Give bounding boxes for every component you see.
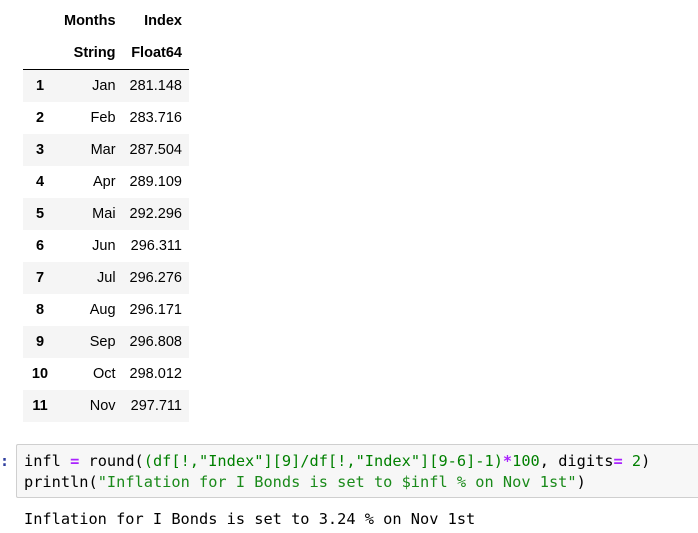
row-number: 6 [35, 237, 45, 254]
index-cell: 281.148 [129, 77, 182, 94]
month-cell: Jul [97, 269, 116, 286]
code-token: ) [576, 473, 586, 491]
table-body: 1 Jan 281.148 2 Feb 283.716 3 Mar 287.504 4 Apr 289… [23, 69, 189, 422]
index-cell: 287.504 [129, 141, 182, 158]
row-number: 3 [35, 141, 45, 158]
code-number: 100 [512, 452, 540, 470]
index-cell: 296.808 [129, 333, 182, 350]
row-number: 4 [35, 173, 45, 190]
type-months: String [57, 37, 123, 70]
table-row: 1 Jan 281.148 [23, 69, 189, 102]
code-token: ) [641, 452, 651, 470]
type-index: Float64 [122, 37, 189, 70]
header-rownum [23, 4, 57, 37]
index-cell: 283.716 [129, 109, 182, 126]
dataframe-table: Months Index String Float64 1 Jan 281.148 2… [23, 4, 189, 422]
table-row: 5 Mai 292.296 [23, 197, 189, 230]
code-token: (df[!,"Index"][9]/df[!,"Index"][9-6]-1) [143, 452, 503, 470]
row-number: 2 [35, 109, 45, 126]
index-cell: 292.296 [129, 205, 182, 222]
code-operator: = [613, 452, 623, 470]
month-cell: Apr [92, 173, 116, 190]
code-token: println( [24, 473, 98, 491]
code-token: infl [24, 452, 71, 470]
table-row: 4 Apr 289.109 [23, 166, 189, 198]
month-cell: Feb [90, 109, 116, 126]
code-token: round( [79, 452, 144, 470]
code-line-2: println("Inflation for I Bonds is set to… [24, 473, 586, 491]
row-number: 11 [32, 397, 48, 414]
month-cell: Oct [92, 365, 116, 382]
month-cell: Aug [89, 301, 116, 318]
code-string: "Inflation for I Bonds is set to $infl %… [97, 473, 577, 491]
month-cell: Jun [92, 237, 116, 254]
table-row: 6 Jun 296.311 [23, 230, 189, 262]
code-operator: = [70, 452, 80, 470]
row-number: 8 [35, 301, 45, 318]
index-cell: 296.311 [130, 237, 182, 254]
index-cell: 296.171 [129, 301, 182, 318]
cell-output: Inflation for I Bonds is set to 3.24 % o… [24, 510, 476, 528]
cell-prompt: : [0, 452, 10, 470]
table-row: 9 Sep 296.808 [23, 325, 189, 358]
index-cell: 297.711 [130, 397, 182, 414]
row-number: 9 [35, 333, 45, 350]
header-index: Index [144, 12, 182, 29]
row-number: 10 [31, 365, 49, 382]
month-cell: Mai [92, 205, 116, 222]
table-row: 7 Jul 296.276 [23, 261, 189, 294]
code-cell-input[interactable]: infl = round((df[!,"Index"][9]/df[!,"Ind… [16, 444, 698, 498]
table-row: 2 Feb 283.716 [23, 102, 189, 134]
type-rownum [23, 37, 57, 70]
index-cell: 289.109 [129, 173, 182, 190]
row-number: 7 [35, 269, 45, 286]
index-cell: 296.276 [129, 269, 182, 286]
table-row: 11 Nov 297.711 [23, 389, 189, 422]
table-row: 8 Aug 296.171 [23, 294, 189, 326]
table-row: 10 Oct 298.012 [23, 358, 189, 390]
month-cell: Sep [89, 333, 116, 350]
table-row: 3 Mar 287.504 [23, 133, 189, 166]
row-number: 5 [35, 205, 45, 222]
code-operator: * [502, 452, 513, 470]
month-cell: Mar [90, 141, 116, 158]
index-cell: 298.012 [129, 365, 182, 382]
month-cell: Nov [89, 397, 116, 414]
header-months: Months [64, 12, 116, 29]
row-number: 1 [35, 77, 45, 94]
month-cell: Jan [92, 77, 116, 94]
code-line-1: infl = round((df[!,"Index"][9]/df[!,"Ind… [24, 452, 650, 470]
code-number: 2 [631, 452, 642, 470]
code-token: , digits [539, 452, 614, 470]
